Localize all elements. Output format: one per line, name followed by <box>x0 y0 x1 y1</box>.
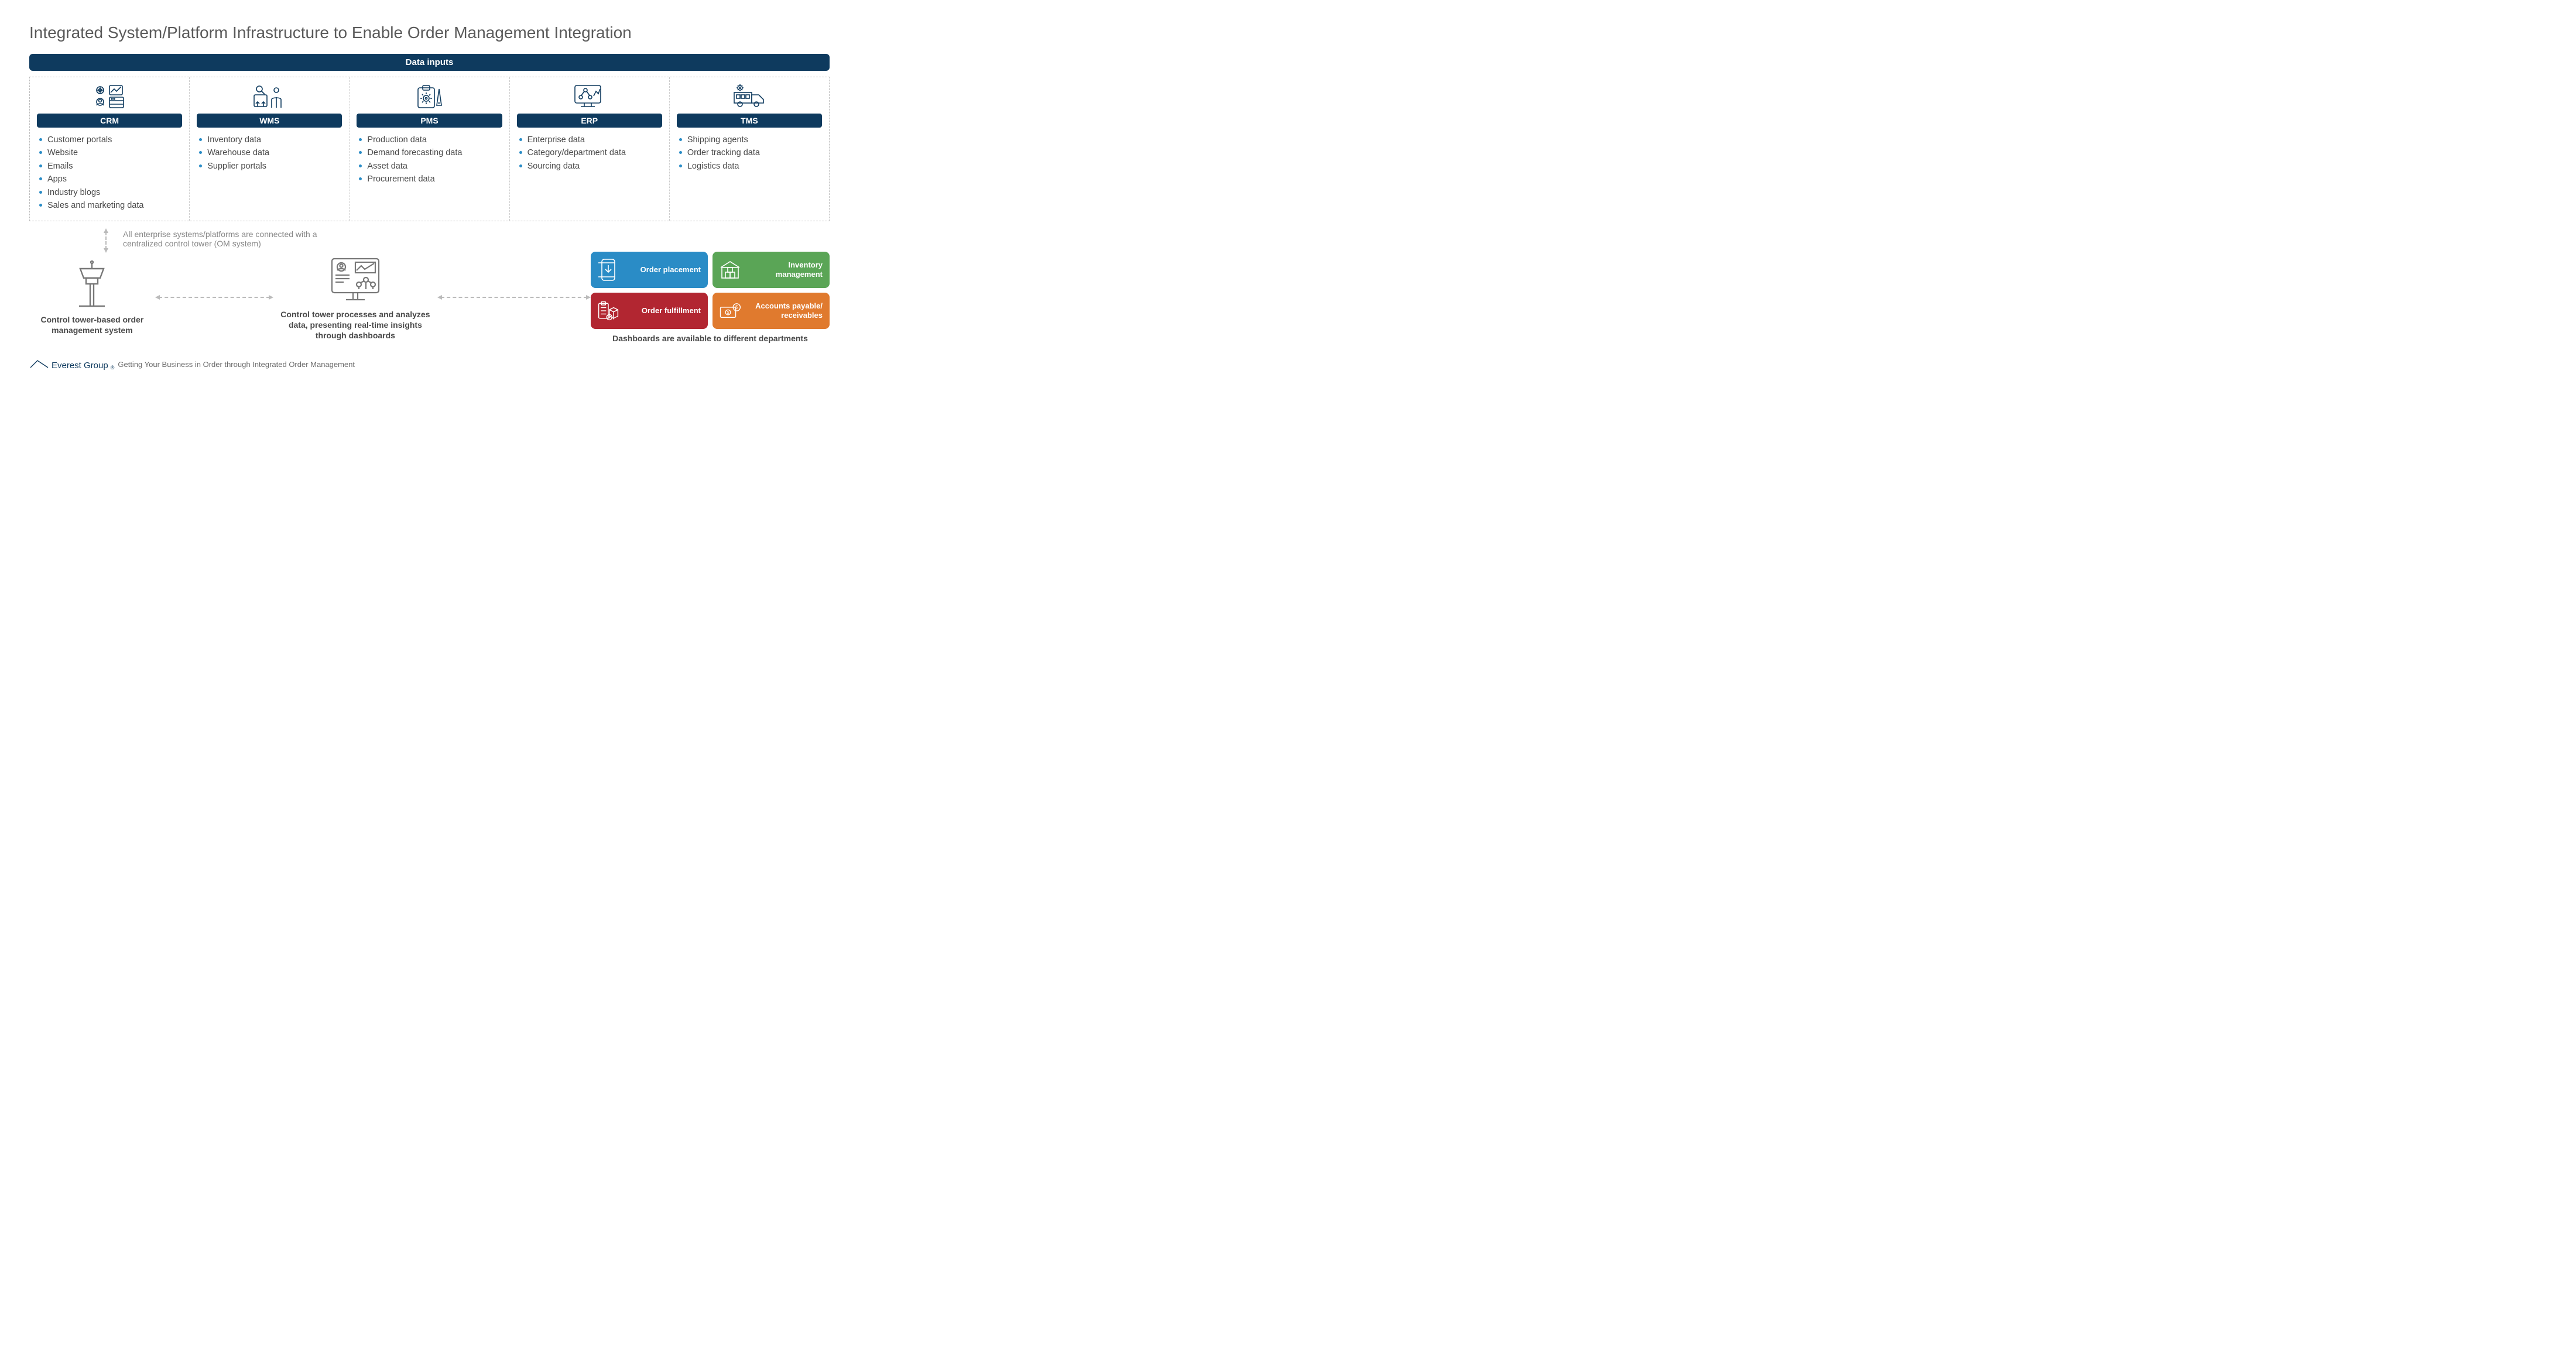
system-label: ERP <box>517 114 662 128</box>
control-tower-block: Control tower-based order management sys… <box>29 259 155 335</box>
list-item: Customer portals <box>39 133 182 146</box>
connector-note: All enterprise systems/platforms are con… <box>123 229 334 248</box>
footer-tagline: Getting Your Business in Order through I… <box>118 360 355 369</box>
system-label: PMS <box>357 114 502 128</box>
system-column-crm: CRM Customer portals Website Emails Apps… <box>30 77 190 221</box>
list-item: Emails <box>39 160 182 173</box>
list-item: Procurement data <box>359 173 502 186</box>
list-item: Enterprise data <box>519 133 662 146</box>
dept-inventory: Inventory management <box>712 252 830 288</box>
phone-download-icon <box>597 257 620 283</box>
page-title: Integrated System/Platform Infrastructur… <box>29 23 830 42</box>
system-list: Enterprise data Category/department data… <box>517 133 662 173</box>
system-label: TMS <box>677 114 822 128</box>
dept-label: Order fulfillment <box>625 306 701 315</box>
list-item: Apps <box>39 173 182 186</box>
flow-row: Control tower-based order management sys… <box>29 252 830 343</box>
system-column-tms: TMS Shipping agents Order tracking data … <box>670 77 829 221</box>
control-tower-icon <box>29 259 155 312</box>
flow-arrow <box>159 297 270 298</box>
system-label: CRM <box>37 114 182 128</box>
departments-block: Order placement Inventory management <box>591 252 830 343</box>
system-list: Customer portals Website Emails Apps Ind… <box>37 133 182 212</box>
checklist-box-icon <box>597 299 620 323</box>
list-item: Asset data <box>359 160 502 173</box>
money-icon: $ $ <box>718 300 742 322</box>
list-item: Warehouse data <box>199 146 342 159</box>
crm-icon <box>37 82 182 110</box>
system-column-pms: PMS Production data Demand forecasting d… <box>350 77 509 221</box>
list-item: Sourcing data <box>519 160 662 173</box>
list-item: Industry blogs <box>39 186 182 199</box>
dashboard-caption: Control tower processes and analyzes dat… <box>273 309 437 341</box>
departments-caption: Dashboards are available to different de… <box>591 334 830 343</box>
system-label: WMS <box>197 114 342 128</box>
dept-accounts: $ $ Accounts payable/ receivables <box>712 293 830 329</box>
list-item: Logistics data <box>679 160 822 173</box>
brand-name: Everest Group <box>52 361 108 371</box>
dashboard-block: Control tower processes and analyzes dat… <box>273 254 437 341</box>
list-item: Order tracking data <box>679 146 822 159</box>
system-list: Production data Demand forecasting data … <box>357 133 502 186</box>
dept-order-placement: Order placement <box>591 252 708 288</box>
erp-icon <box>517 82 662 110</box>
system-list: Shipping agents Order tracking data Logi… <box>677 133 822 173</box>
dept-fulfillment: Order fulfillment <box>591 293 708 329</box>
vertical-connector-arrow <box>105 232 107 249</box>
data-inputs-header: Data inputs <box>29 54 830 71</box>
dashboard-icon <box>273 254 437 307</box>
list-item: Production data <box>359 133 502 146</box>
svg-text:$: $ <box>727 311 729 315</box>
tms-icon <box>677 82 822 110</box>
system-column-wms: WMS Inventory data Warehouse data Suppli… <box>190 77 350 221</box>
flow-arrow <box>441 297 587 298</box>
list-item: Shipping agents <box>679 133 822 146</box>
list-item: Sales and marketing data <box>39 199 182 212</box>
list-item: Inventory data <box>199 133 342 146</box>
dept-label: Accounts payable/ receivables <box>746 301 823 320</box>
warehouse-icon <box>718 258 742 282</box>
dept-label: Order placement <box>625 265 701 275</box>
pms-icon <box>357 82 502 110</box>
everest-group-logo: Everest Group® <box>29 358 114 371</box>
list-item: Category/department data <box>519 146 662 159</box>
svg-text:$: $ <box>735 304 738 310</box>
footer: Everest Group® Getting Your Business in … <box>29 358 830 371</box>
registered-mark: ® <box>111 365 115 371</box>
logo-caret-icon <box>29 358 49 371</box>
list-item: Demand forecasting data <box>359 146 502 159</box>
systems-container: CRM Customer portals Website Emails Apps… <box>29 77 830 221</box>
dept-label: Inventory management <box>746 260 823 279</box>
system-column-erp: ERP Enterprise data Category/department … <box>510 77 670 221</box>
mid-region: All enterprise systems/platforms are con… <box>29 229 830 248</box>
control-tower-caption: Control tower-based order management sys… <box>29 314 155 335</box>
list-item: Website <box>39 146 182 159</box>
list-item: Supplier portals <box>199 160 342 173</box>
wms-icon <box>197 82 342 110</box>
system-list: Inventory data Warehouse data Supplier p… <box>197 133 342 173</box>
